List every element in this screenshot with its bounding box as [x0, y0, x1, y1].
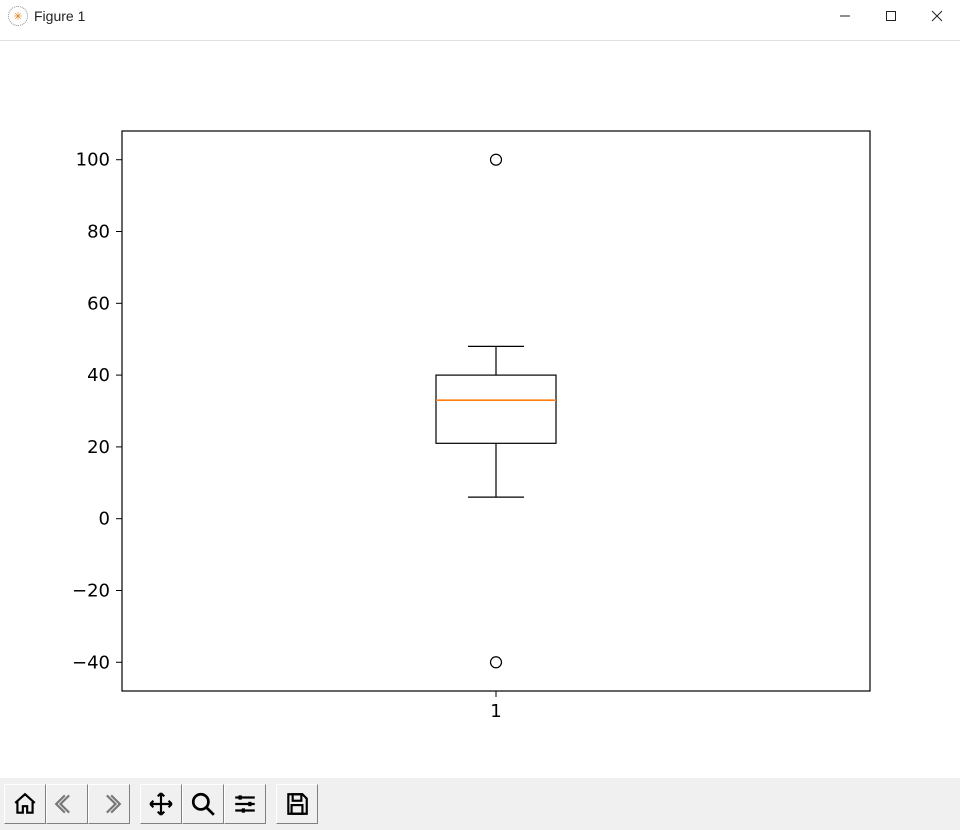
- window-title: Figure 1: [34, 8, 85, 24]
- toolbar-group-3: [276, 784, 318, 824]
- navigation-toolbar: [0, 778, 960, 830]
- outlier-point: [491, 657, 502, 668]
- pan-button[interactable]: [140, 784, 182, 824]
- maximize-button[interactable]: [868, 0, 914, 32]
- figure-window: ✳ Figure 1 −40−2002040608: [0, 0, 960, 830]
- titlebar-left: ✳ Figure 1: [8, 6, 85, 26]
- forward-arrow-icon: [96, 791, 122, 817]
- sliders-icon: [232, 791, 258, 817]
- home-icon: [12, 791, 38, 817]
- minimize-icon: [839, 10, 851, 22]
- y-tick-label: 80: [87, 222, 110, 243]
- maximize-icon: [885, 10, 897, 22]
- titlebar: ✳ Figure 1: [0, 0, 960, 32]
- box: [436, 375, 556, 443]
- home-button[interactable]: [4, 784, 46, 824]
- y-tick-label: 20: [87, 437, 110, 458]
- x-tick-label: 1: [490, 701, 501, 722]
- y-tick-label: 100: [76, 150, 110, 171]
- figure-canvas[interactable]: −40 −20 0 20 40 60 80 100 1: [0, 40, 960, 778]
- y-tick-label: 40: [87, 365, 110, 386]
- app-icon: ✳: [8, 6, 28, 26]
- zoom-button[interactable]: [182, 784, 224, 824]
- minimize-button[interactable]: [822, 0, 868, 32]
- window-controls: [822, 0, 960, 32]
- configure-subplots-button[interactable]: [224, 784, 266, 824]
- y-tick-label: −20: [72, 580, 110, 601]
- toolbar-group-2: [140, 784, 266, 824]
- save-icon: [284, 791, 310, 817]
- pan-icon: [148, 791, 174, 817]
- back-button[interactable]: [46, 784, 88, 824]
- close-button[interactable]: [914, 0, 960, 32]
- outlier-point: [491, 154, 502, 165]
- zoom-icon: [190, 791, 216, 817]
- close-icon: [931, 10, 943, 22]
- forward-button[interactable]: [88, 784, 130, 824]
- y-tick-label: −40: [72, 652, 110, 673]
- y-tick-label: 60: [87, 293, 110, 314]
- boxplot-chart: −40 −20 0 20 40 60 80 100 1: [0, 41, 960, 771]
- toolbar-group-1: [4, 784, 130, 824]
- y-tick-label: 0: [99, 509, 110, 530]
- back-arrow-icon: [54, 791, 80, 817]
- save-button[interactable]: [276, 784, 318, 824]
